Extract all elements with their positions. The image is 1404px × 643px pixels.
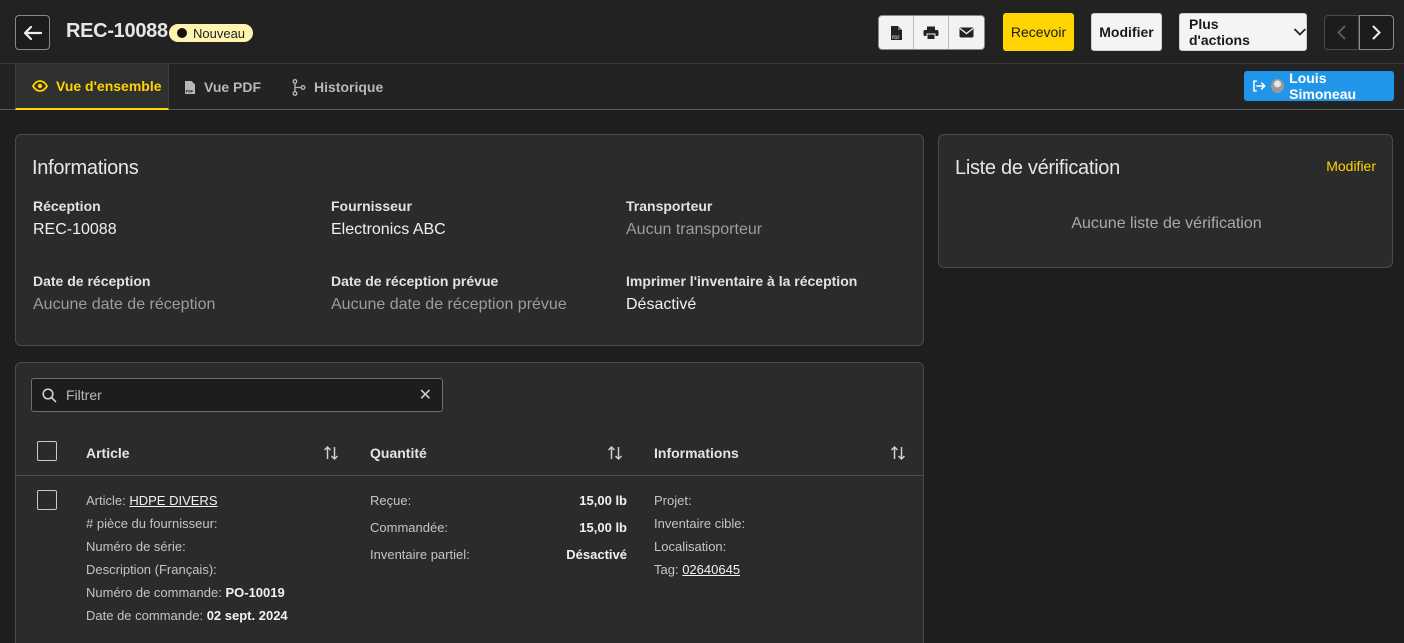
tag-link[interactable]: 02640645 [682, 562, 740, 577]
avatar [1270, 79, 1285, 93]
pdf-button[interactable]: PDF [879, 16, 914, 49]
status-dot-icon [177, 28, 187, 38]
checklist-card: Liste de vérification Modifier Aucune li… [938, 134, 1393, 268]
pdf-file-icon: PDF [185, 80, 195, 94]
information-title: Informations [32, 157, 139, 179]
eye-icon [32, 80, 48, 92]
column-article[interactable]: Article [86, 445, 130, 461]
tab-overview-label: Vue d'ensemble [56, 78, 162, 94]
print-button[interactable] [914, 16, 949, 49]
svg-text:PDF: PDF [186, 89, 194, 93]
row-checkbox[interactable] [37, 490, 57, 510]
received-value: 15,00 lb [579, 493, 627, 508]
clear-filter-icon[interactable]: ✕ [419, 385, 432, 405]
reception-date-value: Aucune date de réception [33, 296, 216, 313]
print-inventory-label: Imprimer l'inventaire à la réception [626, 273, 858, 289]
arrow-left-icon [23, 25, 42, 40]
location-label: Localisation: [654, 539, 727, 554]
svg-text:PDF: PDF [892, 35, 900, 40]
more-actions-button[interactable]: Plus d'actions [1179, 13, 1307, 51]
order-number-label: Numéro de commande: [86, 585, 222, 600]
article-label: Article: [86, 493, 126, 508]
supplier-value: Electronics ABC [331, 221, 446, 238]
reception-date-label: Date de réception [33, 273, 151, 289]
reception-value: REC-10088 [33, 221, 117, 238]
tab-pdf-label: Vue PDF [204, 79, 262, 95]
article-line: Article: HDPE DIVERS [86, 493, 218, 508]
ordered-value: 15,00 lb [579, 520, 627, 535]
modify-button[interactable]: Modifier [1091, 13, 1162, 51]
information-card: Informations Réception REC-10088 Fournis… [15, 134, 924, 346]
items-card: ✕ Article Quantité Informations Article:… [15, 362, 924, 643]
back-button[interactable] [15, 15, 50, 50]
checklist-title: Liste de vérification [955, 157, 1120, 179]
tab-history[interactable]: Historique [292, 64, 383, 110]
document-actions-group: PDF [878, 15, 985, 50]
print-inventory-value: Désactivé [626, 296, 697, 313]
project-label: Projet: [654, 493, 692, 508]
expected-date-value: Aucune date de réception prévue [331, 296, 567, 313]
column-quantity[interactable]: Quantité [370, 445, 427, 461]
partial-inventory-label: Inventaire partiel: [370, 547, 470, 562]
description-label: Description (Français): [86, 562, 217, 577]
email-button[interactable] [949, 16, 984, 49]
tag-label: Tag: [654, 562, 679, 577]
supplier-part-label: # pièce du fournisseur: [86, 516, 218, 531]
status-label: Nouveau [193, 25, 246, 41]
supplier-label: Fournisseur [331, 198, 412, 214]
filter-input[interactable] [66, 387, 406, 403]
chevron-down-icon [1294, 28, 1306, 36]
received-label: Reçue: [370, 493, 412, 508]
chevron-left-icon [1337, 25, 1346, 40]
status-badge: Nouveau [169, 24, 254, 42]
order-date-line: Date de commande: 02 sept. 2024 [86, 608, 288, 623]
order-date-value: 02 sept. 2024 [206, 608, 288, 623]
previous-record-button[interactable] [1324, 15, 1359, 50]
tab-pdf-view[interactable]: PDF Vue PDF [184, 64, 261, 110]
pdf-icon: PDF [890, 25, 902, 40]
chevron-right-icon [1372, 25, 1381, 40]
checklist-empty-text: Aucune liste de vérification [1071, 215, 1262, 232]
top-header: REC-10088 Nouveau PDF Recevoir Modifier … [0, 0, 1404, 64]
column-information[interactable]: Informations [654, 445, 739, 461]
user-name: Louis Simoneau [1289, 70, 1357, 102]
checklist-modify-link[interactable]: Modifier [1326, 158, 1376, 174]
sort-information-icon[interactable] [890, 444, 906, 462]
sort-article-icon[interactable] [323, 444, 339, 462]
article-link[interactable]: HDPE DIVERS [129, 493, 217, 508]
order-number-line: Numéro de commande: PO-10019 [86, 585, 285, 600]
logout-icon [1253, 80, 1266, 92]
serial-number-label: Numéro de série: [86, 539, 186, 554]
tag-line: Tag: 02640645 [654, 562, 740, 577]
order-date-label: Date de commande: [86, 608, 204, 623]
printer-icon [923, 26, 939, 40]
tab-history-label: Historique [314, 79, 384, 95]
select-all-checkbox[interactable] [37, 441, 57, 461]
search-icon [42, 387, 58, 403]
filter-field: ✕ [31, 378, 443, 412]
receive-button[interactable]: Recevoir [1003, 13, 1074, 51]
more-actions-label: Plus d'actions [1189, 16, 1250, 48]
reception-label: Réception [33, 198, 101, 214]
expected-date-label: Date de réception prévue [331, 273, 499, 289]
carrier-value: Aucun transporteur [626, 221, 763, 238]
partial-inventory-value: Désactivé [566, 547, 627, 562]
history-icon [292, 78, 306, 96]
order-number-value: PO-10019 [225, 585, 285, 600]
user-session-button[interactable]: Louis Simoneau [1244, 70, 1394, 102]
page-title: REC-10088 [66, 20, 168, 42]
carrier-label: Transporteur [626, 198, 713, 214]
table-header: Article Quantité Informations [16, 433, 923, 476]
target-inventory-label: Inventaire cible: [654, 516, 746, 531]
next-record-button[interactable] [1359, 15, 1394, 50]
ordered-label: Commandée: [370, 520, 449, 535]
sort-quantity-icon[interactable] [607, 444, 623, 462]
tab-bar: Vue d'ensemble PDF Vue PDF Historique Lo… [0, 64, 1404, 110]
envelope-icon [959, 27, 974, 38]
tab-overview[interactable]: Vue d'ensemble [15, 64, 169, 110]
